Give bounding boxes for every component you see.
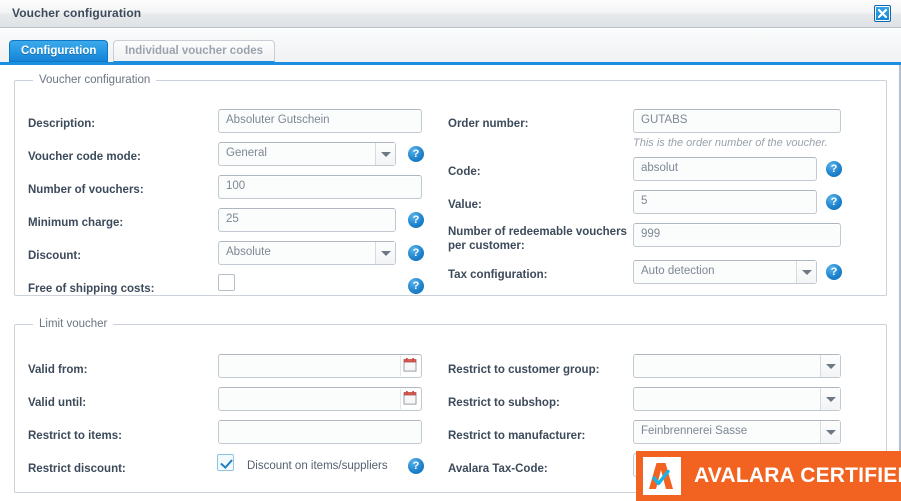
label-valid-from: Valid from: bbox=[28, 363, 87, 377]
value-value: 5 bbox=[641, 195, 647, 207]
close-icon bbox=[877, 8, 888, 19]
label-number-of-vouchers: Number of vouchers: bbox=[28, 183, 144, 197]
valid-until-input[interactable] bbox=[218, 387, 422, 411]
tax-configuration-value: Auto detection bbox=[641, 265, 715, 277]
window-title: Voucher configuration bbox=[12, 6, 141, 20]
label-restrict-to-customer-group: Restrict to customer group: bbox=[448, 363, 599, 377]
label-restrict-to-manufacturer: Restrict to manufacturer: bbox=[448, 429, 585, 443]
number-of-vouchers-value: 100 bbox=[226, 180, 245, 192]
label-free-of-shipping-costs: Free of shipping costs: bbox=[28, 282, 155, 296]
chevron-down-icon[interactable] bbox=[375, 242, 395, 264]
discount-value: Absolute bbox=[226, 246, 271, 258]
label-tax-configuration: Tax configuration: bbox=[448, 268, 547, 282]
chevron-down-icon[interactable] bbox=[820, 355, 840, 377]
redeemable-per-customer-input[interactable]: 999 bbox=[633, 223, 841, 247]
avalara-badge-text: AVALARA CERTIFIED bbox=[694, 464, 901, 488]
restrict-to-manufacturer-select[interactable]: Feinbrennerei Sasse bbox=[633, 420, 841, 444]
tab-individual-voucher-codes-label: Individual voucher codes bbox=[125, 45, 263, 57]
label-restrict-discount: Restrict discount: bbox=[28, 462, 126, 476]
voucher-code-mode-value: General bbox=[226, 147, 267, 159]
window-titlebar: Voucher configuration bbox=[0, 0, 901, 28]
tab-strip: Configuration Individual voucher codes bbox=[0, 29, 901, 65]
help-icon-restrict-discount[interactable] bbox=[408, 458, 424, 474]
restrict-discount-checkbox-label: Discount on items/suppliers bbox=[247, 460, 388, 472]
help-icon-tax-configuration[interactable] bbox=[826, 264, 842, 280]
help-icon-value[interactable] bbox=[826, 194, 842, 210]
tax-configuration-select[interactable]: Auto detection bbox=[633, 260, 817, 284]
code-value: absolut bbox=[641, 162, 678, 174]
limit-voucher-legend: Limit voucher bbox=[33, 318, 113, 330]
chevron-down-icon[interactable] bbox=[820, 388, 840, 410]
chevron-down-icon[interactable] bbox=[375, 143, 395, 165]
description-input[interactable]: Absoluter Gutschein bbox=[218, 109, 422, 133]
help-icon-voucher-code-mode[interactable] bbox=[408, 146, 424, 162]
label-order-number: Order number: bbox=[448, 117, 529, 131]
label-avalara-tax-code: Avalara Tax-Code: bbox=[448, 462, 548, 476]
tab-configuration-label: Configuration bbox=[21, 45, 96, 57]
label-voucher-code-mode: Voucher code mode: bbox=[28, 150, 141, 164]
label-minimum-charge: Minimum charge: bbox=[28, 216, 123, 230]
tab-individual-voucher-codes[interactable]: Individual voucher codes bbox=[113, 40, 275, 62]
tab-configuration[interactable]: Configuration bbox=[9, 40, 108, 62]
minimum-charge-value: 25 bbox=[226, 213, 239, 225]
label-restrict-to-items: Restrict to items: bbox=[28, 429, 122, 443]
order-number-input[interactable]: GUTABS bbox=[633, 109, 841, 133]
restrict-to-items-input[interactable] bbox=[218, 420, 422, 444]
avalara-certified-badge: AVALARA CERTIFIED bbox=[636, 451, 901, 501]
voucher-configuration-legend: Voucher configuration bbox=[33, 74, 156, 86]
description-value: Absoluter Gutschein bbox=[226, 114, 330, 126]
valid-from-input[interactable] bbox=[218, 354, 422, 378]
value-input[interactable]: 5 bbox=[633, 190, 817, 214]
minimum-charge-input[interactable]: 25 bbox=[218, 208, 396, 232]
label-restrict-to-subshop: Restrict to subshop: bbox=[448, 396, 560, 410]
discount-select[interactable]: Absolute bbox=[218, 241, 396, 265]
restrict-to-customer-group-select[interactable] bbox=[633, 354, 841, 378]
close-button[interactable] bbox=[874, 5, 891, 22]
help-icon-free-of-shipping-costs[interactable] bbox=[408, 278, 424, 294]
avalara-logo-icon bbox=[643, 457, 681, 495]
label-value: Value: bbox=[448, 198, 482, 212]
label-redeemable-per-customer-line2: per customer: bbox=[448, 239, 628, 253]
calendar-icon[interactable] bbox=[400, 389, 420, 409]
redeemable-per-customer-value: 999 bbox=[641, 228, 660, 240]
voucher-code-mode-select[interactable]: General bbox=[218, 142, 396, 166]
code-input[interactable]: absolut bbox=[633, 157, 817, 181]
label-valid-until: Valid until: bbox=[28, 396, 86, 410]
order-number-value: GUTABS bbox=[641, 114, 687, 126]
free-of-shipping-costs-checkbox[interactable] bbox=[218, 274, 235, 291]
label-description: Description: bbox=[28, 117, 95, 131]
chevron-down-icon[interactable] bbox=[796, 261, 816, 283]
label-code: Code: bbox=[448, 165, 481, 179]
help-icon-code[interactable] bbox=[826, 161, 842, 177]
chevron-down-icon[interactable] bbox=[820, 421, 840, 443]
voucher-configuration-dialog: Voucher configuration Configuration Indi… bbox=[0, 0, 901, 501]
restrict-discount-checkbox[interactable] bbox=[217, 454, 234, 471]
label-redeemable-per-customer-line1: Number of redeemable vouchers bbox=[448, 225, 628, 239]
dialog-body: Voucher configuration Description: Absol… bbox=[0, 65, 901, 501]
number-of-vouchers-input[interactable]: 100 bbox=[218, 175, 422, 199]
calendar-icon[interactable] bbox=[400, 356, 420, 376]
help-icon-discount[interactable] bbox=[408, 245, 424, 261]
label-discount: Discount: bbox=[28, 249, 81, 263]
restrict-to-subshop-select[interactable] bbox=[633, 387, 841, 411]
order-number-hint: This is the order number of the voucher. bbox=[633, 137, 828, 149]
help-icon-minimum-charge[interactable] bbox=[408, 212, 424, 228]
restrict-to-manufacturer-value: Feinbrennerei Sasse bbox=[641, 425, 747, 437]
